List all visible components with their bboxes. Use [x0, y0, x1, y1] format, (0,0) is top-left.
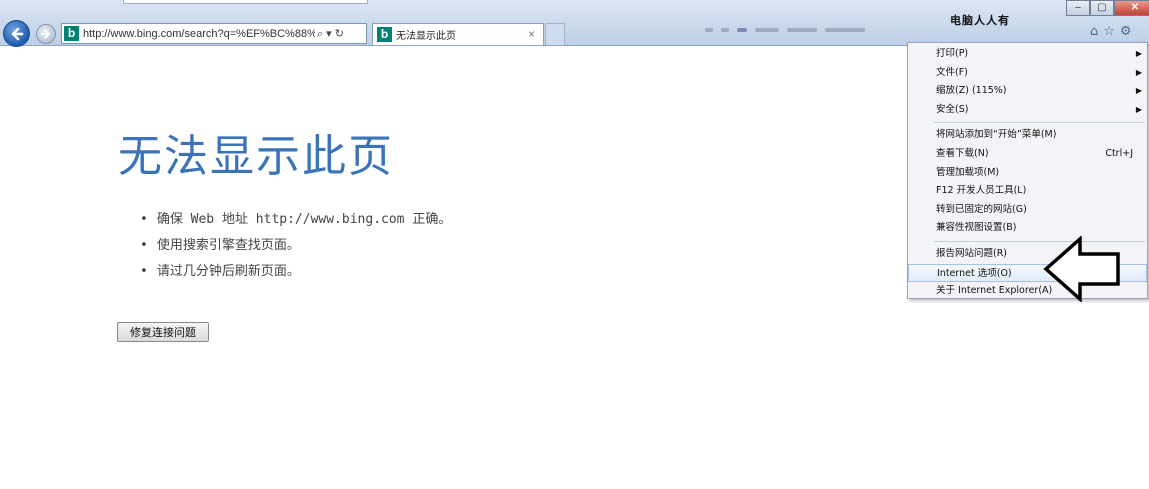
menu-item-label: 查看下载(N): [936, 147, 989, 159]
menu-item-label: 兼容性视图设置(B): [936, 222, 1017, 234]
menu-item-label: 打印(P): [936, 48, 969, 59]
menu-item-file[interactable]: 文件(F) ▶: [908, 64, 1147, 83]
refresh-icon[interactable]: ↻: [335, 27, 344, 40]
menu-item-label: 缩放(Z) (115%): [936, 85, 1007, 97]
tab-close-icon[interactable]: ×: [528, 27, 535, 41]
search-icon[interactable]: ⌕: [317, 27, 323, 41]
menu-item-label: 将网站添加到“开始”菜单(M): [936, 129, 1057, 141]
maximize-button[interactable]: ▢: [1090, 0, 1114, 16]
forward-button[interactable]: [36, 24, 56, 44]
new-tab-button[interactable]: [545, 23, 565, 45]
back-arrow-icon: [11, 27, 23, 40]
menu-item-zoom[interactable]: 缩放(Z) (115%) ▶: [908, 82, 1147, 101]
menu-item-label: Internet 选项(O): [937, 267, 1012, 279]
fix-connection-button[interactable]: 修复连接问题: [117, 322, 209, 342]
menu-separator: [934, 122, 1145, 124]
bing-favicon-icon: b: [64, 26, 79, 41]
menu-item-label: 转到已固定的网站(G): [936, 203, 1027, 215]
minimize-button[interactable]: –: [1066, 0, 1090, 16]
tips-list: 确保 Web 地址 http://www.bing.com 正确。 使用搜索引擎…: [140, 212, 452, 290]
watermark-text: 电脑人人有: [950, 14, 1010, 27]
page-title: 无法显示此页: [118, 131, 394, 182]
submenu-arrow-icon: ▶: [1135, 104, 1142, 114]
menu-item-print[interactable]: 打印(P) ▶: [908, 45, 1147, 64]
menu-item-label: 管理加载项(M): [936, 166, 1000, 178]
tab-favicon-icon: b: [377, 27, 392, 42]
menu-item-view-downloads[interactable]: 查看下载(N) Ctrl+J: [908, 145, 1147, 164]
address-bar[interactable]: b http://www.bing.com/search?q=%EF%BC%88…: [61, 23, 367, 44]
submenu-arrow-icon: ▶: [1135, 49, 1142, 58]
favorites-star-icon[interactable]: ☆: [1103, 24, 1115, 39]
home-icon[interactable]: ⌂: [1090, 24, 1098, 39]
tip-item: 确保 Web 地址 http://www.bing.com 正确。: [140, 212, 452, 238]
menu-item-pinned-sites[interactable]: 转到已固定的网站(G): [908, 201, 1147, 220]
menu-item-shortcut: Ctrl+J: [1105, 147, 1133, 159]
window-controls: – ▢ ✕: [1066, 0, 1149, 16]
menu-item-add-to-start[interactable]: 将网站添加到“开始”菜单(M): [908, 126, 1147, 145]
submenu-arrow-icon: ▶: [1135, 86, 1142, 96]
close-button[interactable]: ✕: [1114, 0, 1149, 16]
pointer-arrow-icon: [1043, 236, 1120, 302]
menu-item-label: 安全(S): [936, 103, 969, 115]
gear-icon[interactable]: ⚙: [1120, 24, 1132, 39]
back-button[interactable]: [3, 20, 30, 47]
popup-remnant: [123, 0, 368, 4]
menu-item-label: 报告网站问题(R): [936, 247, 1008, 259]
tip-item: 使用搜索引擎查找页面。: [140, 238, 451, 264]
menu-item-manage-addons[interactable]: 管理加载项(M): [908, 164, 1147, 183]
dropdown-icon[interactable]: ▾: [326, 27, 332, 40]
tab-title: 无法显示此页: [396, 31, 456, 42]
submenu-arrow-icon: ▶: [1135, 67, 1142, 77]
menu-item-label: 文件(F): [936, 66, 968, 78]
blurred-background-strip: [705, 23, 905, 37]
forward-arrow-icon: [41, 29, 50, 39]
menu-item-dev-tools[interactable]: F12 开发人员工具(L): [908, 182, 1147, 201]
url-text[interactable]: http://www.bing.com/search?q=%EF%BC%88%E…: [83, 28, 315, 40]
menu-item-label: 关于 Internet Explorer(A): [936, 285, 1053, 297]
tab-active[interactable]: b 无法显示此页 ×: [372, 23, 544, 45]
tip-item: 请过几分钟后刷新页面。: [140, 264, 451, 290]
menu-item-safety[interactable]: 安全(S) ▶: [908, 101, 1147, 120]
toolbar-icons: ⌂ ☆ ⚙: [1090, 24, 1132, 39]
menu-item-label: F12 开发人员工具(L): [936, 185, 1027, 197]
browser-toolbar: b http://www.bing.com/search?q=%EF%BC%88…: [0, 0, 1149, 47]
